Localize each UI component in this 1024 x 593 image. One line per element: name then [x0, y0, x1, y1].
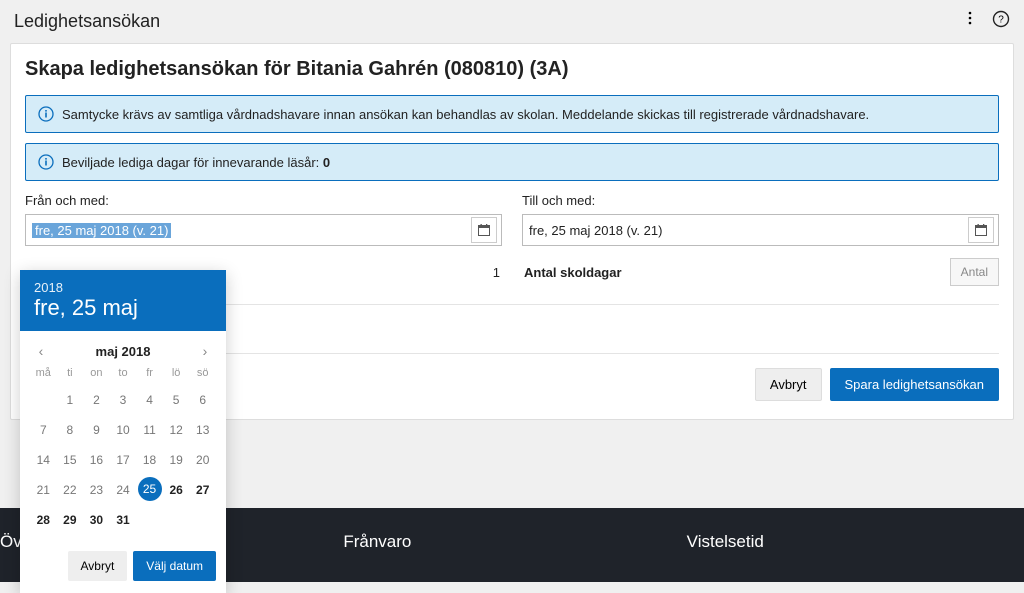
day-cell[interactable]: 9 — [83, 417, 110, 443]
page-title: Ledighetsansökan — [14, 11, 160, 32]
next-month-icon[interactable]: › — [196, 343, 214, 359]
calendar-icon[interactable] — [968, 217, 994, 243]
date-picker-month[interactable]: maj 2018 — [96, 344, 151, 359]
day-cell[interactable]: 20 — [189, 447, 216, 473]
info-icon — [38, 106, 54, 122]
save-button[interactable]: Spara ledighetsansökan — [830, 368, 1000, 401]
dow-label: fr — [136, 367, 163, 383]
day-cell[interactable]: 3 — [110, 387, 137, 413]
day-cell[interactable]: 26 — [163, 477, 190, 503]
day-cell[interactable]: 18 — [136, 447, 163, 473]
date-picker-choose-button[interactable]: Välj datum — [133, 551, 216, 581]
date-picker-date: fre, 25 maj — [34, 295, 212, 321]
date-picker-year[interactable]: 2018 — [34, 280, 212, 295]
date-picker-cancel-button[interactable]: Avbryt — [68, 551, 128, 581]
info-consent: Samtycke krävs av samtliga vårdnadshavar… — [25, 95, 999, 133]
calendar-icon[interactable] — [471, 217, 497, 243]
day-cell[interactable]: 22 — [57, 477, 84, 503]
day-cell[interactable]: 27 — [189, 477, 216, 503]
prev-month-icon[interactable]: ‹ — [32, 343, 50, 359]
day-cell[interactable]: 30 — [83, 507, 110, 533]
dow-label: on — [83, 367, 110, 383]
day-cell[interactable]: 17 — [110, 447, 137, 473]
to-date-input[interactable]: fre, 25 maj 2018 (v. 21) — [522, 214, 999, 246]
dow-label: ti — [57, 367, 84, 383]
day-cell[interactable]: 23 — [83, 477, 110, 503]
day-cell[interactable]: 10 — [110, 417, 137, 443]
footer-col-3[interactable]: Vistelsetid — [687, 532, 1024, 552]
day-cell[interactable]: 19 — [163, 447, 190, 473]
day-cell-empty — [163, 507, 190, 533]
from-date-input[interactable]: fre, 25 maj 2018 (v. 21) — [25, 214, 502, 246]
day-cell[interactable]: 6 — [189, 387, 216, 413]
cancel-button[interactable]: Avbryt — [755, 368, 822, 401]
dow-label: to — [110, 367, 137, 383]
day-cell[interactable]: 15 — [57, 447, 84, 473]
date-picker-header: 2018 fre, 25 maj — [20, 270, 226, 331]
day-cell[interactable]: 2 — [83, 387, 110, 413]
card-title: Skapa ledighetsansökan för Bitania Gahré… — [25, 58, 999, 81]
day-cell[interactable]: 8 — [57, 417, 84, 443]
schooldays-field[interactable]: Antal — [950, 258, 999, 286]
day-cell[interactable]: 29 — [57, 507, 84, 533]
date-picker: 2018 fre, 25 maj ‹ maj 2018 › måtiontofr… — [20, 270, 226, 593]
day-cell[interactable]: 24 — [110, 477, 137, 503]
more-icon[interactable] — [962, 10, 978, 33]
schooldays-label: Antal skoldagar — [524, 265, 622, 280]
day-cell[interactable]: 1 — [57, 387, 84, 413]
day-cell[interactable]: 21 — [30, 477, 57, 503]
day-cell-empty — [30, 387, 57, 413]
info-granted: Beviljade lediga dagar för innevarande l… — [25, 143, 999, 181]
from-date-value: fre, 25 maj 2018 (v. 21) — [32, 223, 171, 238]
to-date-value: fre, 25 maj 2018 (v. 21) — [529, 223, 662, 238]
day-cell[interactable]: 5 — [163, 387, 190, 413]
footer-col-2[interactable]: Frånvaro — [343, 532, 680, 552]
help-icon[interactable]: ? — [992, 10, 1010, 33]
info-icon — [38, 154, 54, 170]
day-cell[interactable]: 7 — [30, 417, 57, 443]
from-label: Från och med: — [25, 193, 502, 208]
dow-label: sö — [189, 367, 216, 383]
day-cell[interactable]: 11 — [136, 417, 163, 443]
info-consent-text: Samtycke krävs av samtliga vårdnadshavar… — [62, 107, 869, 122]
dow-label: må — [30, 367, 57, 383]
to-label: Till och med: — [522, 193, 999, 208]
day-cell[interactable]: 14 — [30, 447, 57, 473]
day-cell[interactable]: 12 — [163, 417, 190, 443]
topbar: Ledighetsansökan ? — [0, 0, 1024, 43]
day-cell-empty — [189, 507, 216, 533]
day-cell[interactable]: 31 — [110, 507, 137, 533]
day-cell[interactable]: 28 — [30, 507, 57, 533]
svg-text:?: ? — [998, 15, 1004, 26]
info-granted-text: Beviljade lediga dagar för innevarande l… — [62, 155, 330, 170]
day-cell-empty — [136, 507, 163, 533]
day-cell[interactable]: 4 — [136, 387, 163, 413]
day-cell[interactable]: 25 — [138, 477, 162, 501]
dow-label: lö — [163, 367, 190, 383]
day-cell[interactable]: 13 — [189, 417, 216, 443]
day-cell[interactable]: 16 — [83, 447, 110, 473]
